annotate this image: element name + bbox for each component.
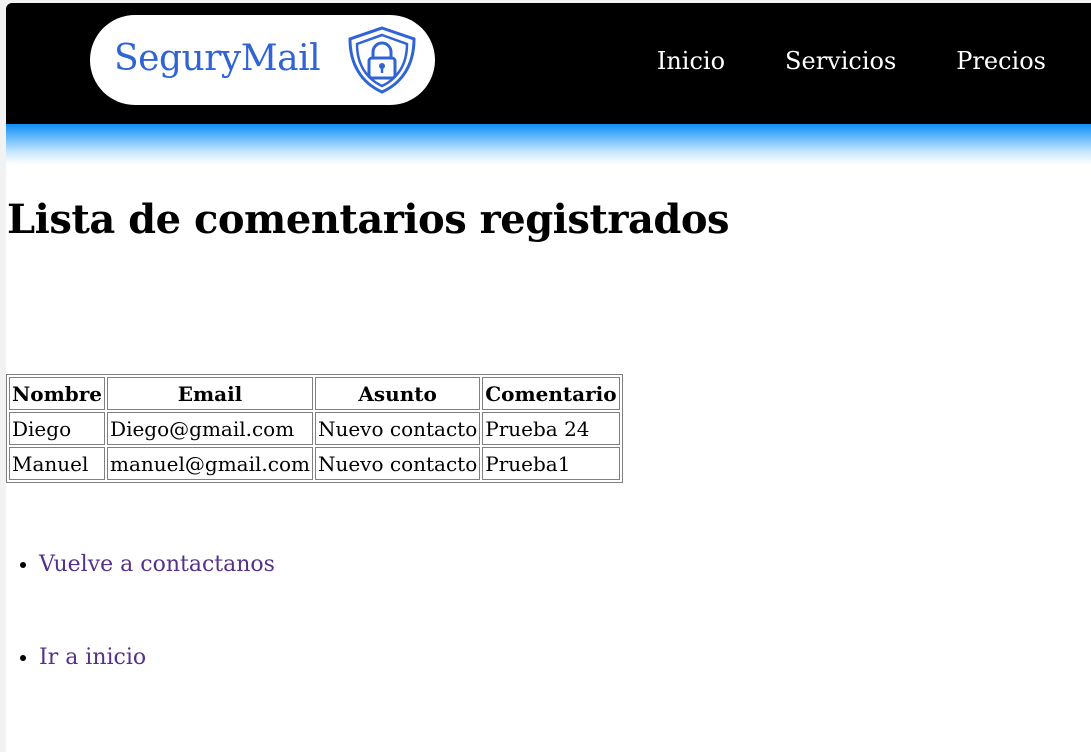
contact-again-link[interactable]: Vuelve a contactanos xyxy=(39,552,275,577)
cell-nombre: Diego xyxy=(9,412,106,445)
cell-asunto: Nuevo contacto xyxy=(314,447,481,480)
cell-asunto: Nuevo contacto xyxy=(314,412,481,445)
page-title: Lista de comentarios registrados xyxy=(7,196,730,243)
logo-text: SeguryMail xyxy=(114,38,321,79)
nav-inicio[interactable]: Inicio xyxy=(657,46,725,76)
shield-lock-icon xyxy=(348,26,416,94)
table-header-row: Nombre Email Asunto Comentario xyxy=(9,377,620,410)
comments-table: Nombre Email Asunto Comentario Diego Die… xyxy=(6,374,623,483)
table-row: Diego Diego@gmail.com Nuevo contacto Pru… xyxy=(9,412,620,445)
cell-email: manuel@gmail.com xyxy=(107,447,313,480)
action-links: Vuelve a contactanos Ir a inicio xyxy=(0,546,275,677)
list-item: Vuelve a contactanos xyxy=(39,546,275,584)
cell-nombre: Manuel xyxy=(9,447,106,480)
column-header-email: Email xyxy=(107,377,313,410)
logo-link[interactable]: SeguryMail xyxy=(90,15,435,105)
cell-comentario: Prueba 24 xyxy=(482,412,620,445)
go-home-link[interactable]: Ir a inicio xyxy=(39,645,146,670)
column-header-asunto: Asunto xyxy=(314,377,481,410)
cell-email: Diego@gmail.com xyxy=(107,412,313,445)
header-gradient-band xyxy=(6,124,1091,164)
column-header-nombre: Nombre xyxy=(9,377,106,410)
list-item: Ir a inicio xyxy=(39,639,275,677)
cell-comentario: Prueba1 xyxy=(482,447,620,480)
nav-servicios[interactable]: Servicios xyxy=(785,46,896,76)
column-header-comentario: Comentario xyxy=(482,377,620,410)
table-row: Manuel manuel@gmail.com Nuevo contacto P… xyxy=(9,447,620,480)
main-nav: Inicio Servicios Precios xyxy=(657,46,1046,76)
nav-precios[interactable]: Precios xyxy=(956,46,1046,76)
site-header: SeguryMail Inicio Servicios Precios xyxy=(6,3,1091,124)
